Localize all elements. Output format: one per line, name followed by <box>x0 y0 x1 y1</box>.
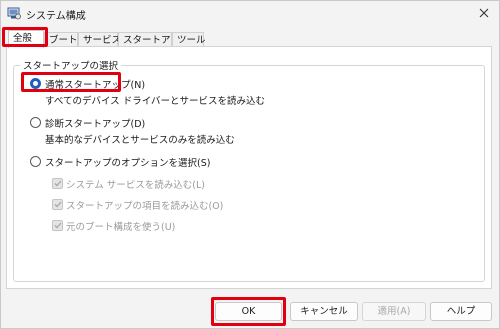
use-original-boot-config-checkbox[interactable] <box>52 220 63 231</box>
cancel-button[interactable]: キャンセル <box>290 302 358 321</box>
ok-button-highlight <box>211 297 286 326</box>
use-original-boot-config-label: 元のブート構成を使う(U) <box>66 222 176 233</box>
title-bar: システム構成 <box>1 1 499 27</box>
system-configuration-icon <box>7 7 21 20</box>
check-icon <box>54 222 61 229</box>
load-system-services-label: システム サービスを読み込む(L) <box>66 180 205 191</box>
startup-selection-label: スタートアップの選択 <box>20 58 122 72</box>
close-icon <box>479 8 489 18</box>
apply-button[interactable]: 適用(A) <box>362 302 426 321</box>
window-title: システム構成 <box>26 11 86 22</box>
load-system-services-checkbox[interactable] <box>52 178 63 189</box>
check-icon <box>54 180 61 187</box>
help-button[interactable]: ヘルプ <box>430 302 492 321</box>
load-startup-items-checkbox[interactable] <box>52 199 63 210</box>
normal-startup-highlight <box>21 72 121 92</box>
diagnostic-startup-radio[interactable] <box>30 117 41 128</box>
diagnostic-startup-description: 基本的なデバイスとサービスのみを読み込む <box>45 135 235 146</box>
diagnostic-startup-label[interactable]: 診断スタートアップ(D) <box>45 116 145 130</box>
selective-startup-label[interactable]: スタートアップのオプションを選択(S) <box>45 155 210 169</box>
load-startup-items-label: スタートアップの項目を読み込む(O) <box>66 201 224 212</box>
normal-startup-description: すべてのデバイス ドライバーとサービスを読み込む <box>45 96 266 107</box>
general-tab-highlight <box>2 27 48 47</box>
selective-startup-radio[interactable] <box>30 156 41 167</box>
check-icon <box>54 201 61 208</box>
close-button[interactable] <box>471 2 497 24</box>
